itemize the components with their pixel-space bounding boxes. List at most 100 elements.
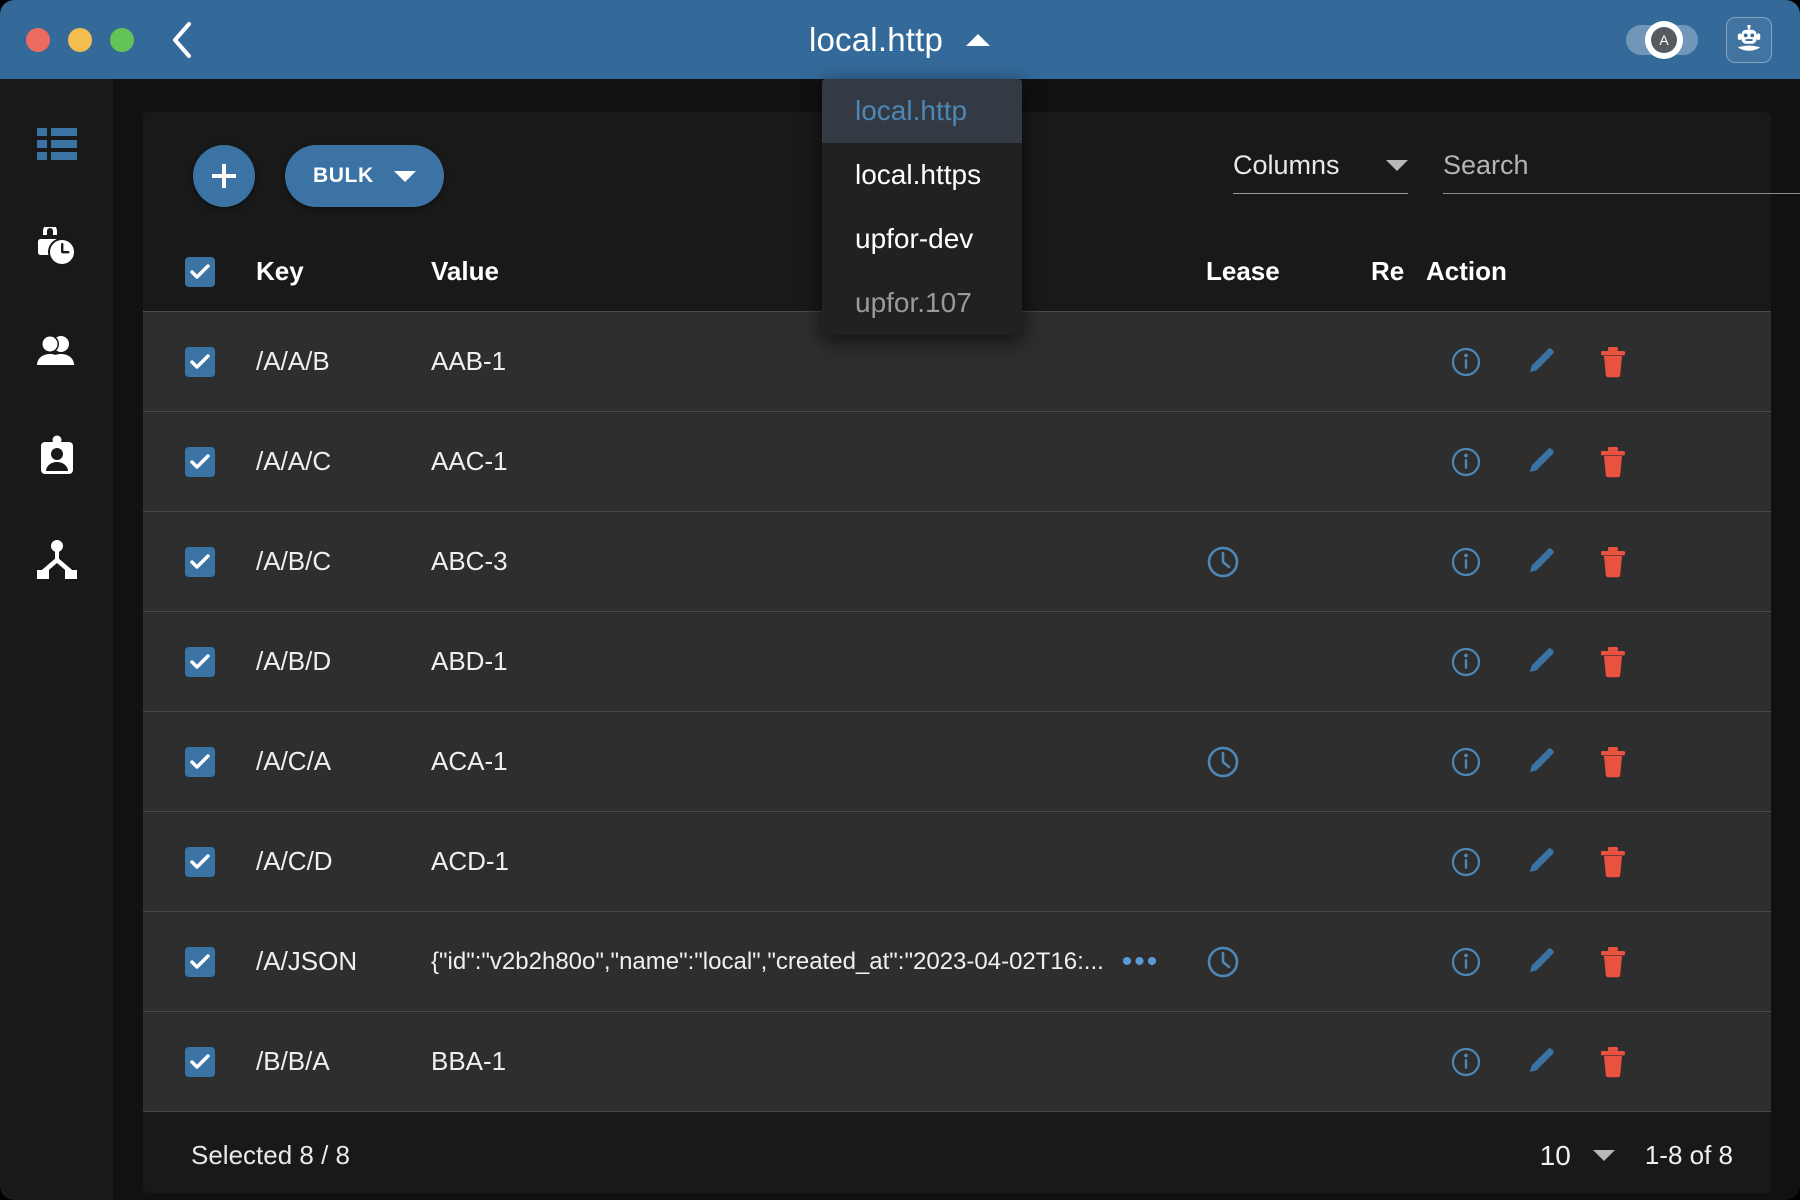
table-row[interactable]: /A/C/D ACD-1 (143, 812, 1771, 912)
edit-icon[interactable] (1524, 846, 1556, 878)
close-window-button[interactable] (26, 27, 50, 52)
delete-icon[interactable] (1598, 446, 1628, 478)
search-input[interactable] (1443, 150, 1800, 181)
row-checkbox[interactable] (184, 946, 215, 977)
table-row[interactable]: /A/JSON {"id":"v2b2h80o","name":"local",… (143, 912, 1771, 1012)
delete-icon[interactable] (1598, 746, 1628, 778)
value-text: ACA-1 (431, 746, 508, 776)
hierarchy-icon (36, 540, 77, 579)
row-select-cell (143, 546, 256, 577)
value-text: AAC-1 (431, 446, 508, 476)
badge-icon (40, 435, 73, 474)
value-text: BBA-1 (431, 1046, 507, 1076)
check-icon (189, 753, 210, 769)
env-menu-item[interactable]: local.https (822, 143, 1022, 207)
row-checkbox[interactable] (184, 746, 215, 777)
info-icon[interactable] (1450, 446, 1482, 478)
edit-icon[interactable] (1524, 546, 1556, 578)
row-select-cell (143, 646, 256, 677)
env-dropdown-toggle[interactable] (965, 32, 991, 48)
info-icon[interactable] (1450, 1046, 1482, 1078)
row-action-cell (1426, 746, 1771, 778)
env-menu-item[interactable]: upfor-dev (822, 207, 1022, 271)
sidebar-item-cluster[interactable] (26, 529, 88, 591)
add-key-button[interactable] (193, 145, 255, 207)
edit-icon[interactable] (1524, 946, 1556, 978)
delete-icon[interactable] (1598, 946, 1628, 978)
sidebar-item-keys[interactable] (26, 113, 88, 175)
check-icon (189, 853, 210, 869)
delete-icon[interactable] (1598, 646, 1628, 678)
bulk-actions-button[interactable]: BULK (285, 145, 444, 207)
column-header-value[interactable]: Value (431, 256, 499, 287)
row-key-cell: /A/B/D (256, 646, 431, 677)
info-icon[interactable] (1450, 946, 1482, 978)
info-icon[interactable] (1450, 346, 1482, 378)
lease-clock-icon[interactable] (1206, 945, 1371, 979)
maximize-window-button[interactable] (110, 27, 134, 52)
delete-icon[interactable] (1598, 1046, 1628, 1078)
column-header-key[interactable]: Key (256, 256, 304, 286)
env-menu-item[interactable]: upfor.107 (822, 271, 1022, 335)
table-row[interactable]: /B/B/A BBA-1 (143, 1012, 1771, 1112)
row-checkbox[interactable] (184, 346, 215, 377)
info-icon[interactable] (1450, 546, 1482, 578)
table-footer: Selected 8 / 8 10 1-8 of 8 (143, 1118, 1771, 1193)
env-menu-item[interactable]: local.http (822, 79, 1022, 143)
column-header-re[interactable]: Re (1371, 256, 1404, 286)
minimize-window-button[interactable] (68, 27, 92, 52)
table-row[interactable]: /A/B/C ABC-3 (143, 512, 1771, 612)
row-checkbox[interactable] (184, 846, 215, 877)
row-value-cell: BBA-1 (431, 1046, 1206, 1077)
robot-icon (1737, 24, 1761, 51)
row-value-cell: {"id":"v2b2h80o","name":"local","created… (431, 946, 1206, 976)
row-checkbox[interactable] (184, 446, 215, 477)
value-text: {"id":"v2b2h80o","name":"local","created… (431, 947, 1104, 975)
info-icon[interactable] (1450, 646, 1482, 678)
row-value-cell: AAC-1 (431, 446, 1206, 477)
page-title[interactable]: local.http (809, 21, 943, 59)
plus-icon (212, 164, 236, 188)
row-checkbox[interactable] (184, 646, 215, 677)
assistant-button[interactable] (1726, 16, 1772, 63)
edit-icon[interactable] (1524, 446, 1556, 478)
table-row[interactable]: /A/C/A ACA-1 (143, 712, 1771, 812)
value-overflow-button[interactable]: ••• (1122, 946, 1160, 976)
table-body: /A/A/B AAB-1 /A/A/C AAC-1 /A/B/C ABC-3 /… (143, 312, 1771, 1112)
delete-icon[interactable] (1598, 846, 1628, 878)
row-checkbox[interactable] (184, 1046, 215, 1077)
delete-icon[interactable] (1598, 346, 1628, 378)
search-field[interactable] (1443, 150, 1800, 194)
row-select-cell (143, 746, 256, 777)
edit-icon[interactable] (1524, 1046, 1556, 1078)
chevron-left-icon (173, 21, 191, 58)
select-all-checkbox[interactable] (184, 256, 215, 287)
column-header-lease[interactable]: Lease (1206, 256, 1280, 286)
check-icon (189, 1053, 210, 1069)
row-checkbox[interactable] (184, 546, 215, 577)
edit-icon[interactable] (1524, 646, 1556, 678)
chevron-up-icon (966, 33, 991, 46)
columns-select[interactable]: Columns (1233, 150, 1408, 194)
info-icon[interactable] (1450, 746, 1482, 778)
edit-icon[interactable] (1524, 346, 1556, 378)
account-toggle[interactable]: A (1626, 20, 1698, 59)
back-button[interactable] (170, 20, 194, 60)
lease-clock-icon[interactable] (1206, 745, 1371, 779)
rows-per-page-select[interactable]: 10 (1540, 1140, 1615, 1172)
key-text: /A/A/B (256, 346, 330, 376)
sidebar-item-roles[interactable] (26, 425, 88, 487)
table-row[interactable]: /A/A/C AAC-1 (143, 412, 1771, 512)
row-action-cell (1426, 946, 1771, 978)
info-icon[interactable] (1450, 846, 1482, 878)
lease-clock-icon[interactable] (1206, 545, 1371, 579)
delete-icon[interactable] (1598, 546, 1628, 578)
sidebar-item-leases[interactable] (26, 217, 88, 279)
keys-table: Key Value Lease Re Action /A/A/B AAB-1 /… (143, 232, 1771, 1112)
key-text: /A/C/A (256, 746, 332, 776)
edit-icon[interactable] (1524, 746, 1556, 778)
check-icon (189, 653, 210, 669)
sidebar-item-users[interactable] (26, 321, 88, 383)
check-icon (189, 553, 210, 569)
table-row[interactable]: /A/B/D ABD-1 (143, 612, 1771, 712)
